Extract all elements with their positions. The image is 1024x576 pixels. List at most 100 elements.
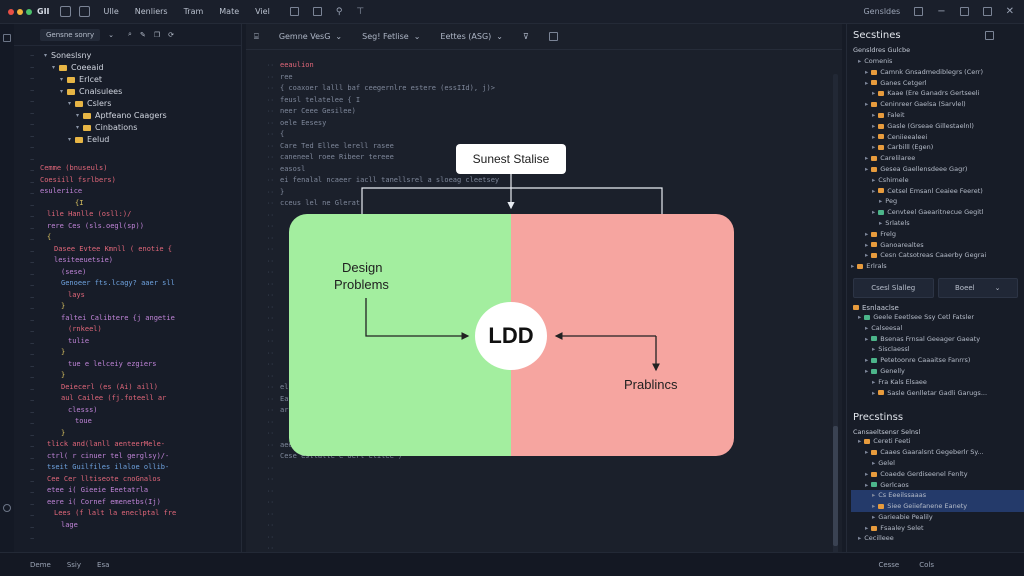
outline-item[interactable]: ▸ Kaae (Ere Ganadrs Gertseeli: [851, 88, 1024, 99]
menu-item[interactable]: Viel: [255, 7, 270, 16]
menu-item[interactable]: Nenliers: [135, 7, 168, 16]
chevron-down-icon[interactable]: ▾: [60, 74, 63, 86]
files-icon[interactable]: [3, 34, 11, 42]
chevron-right-icon[interactable]: ▸: [872, 186, 875, 197]
tab-2[interactable]: Seg! Fetlise ⌄: [362, 32, 420, 41]
outline-item[interactable]: ▸ Sasle Genlletar Gadli Garugs...: [851, 388, 1024, 399]
copy-icon[interactable]: ❐: [154, 31, 160, 39]
split-icon[interactable]: [289, 6, 299, 16]
outline-item[interactable]: ▸ Gesea Gaellensdeee Gagr): [851, 164, 1024, 175]
outline-item[interactable]: ▸ Garieabie Pealily: [851, 512, 1024, 523]
menu-item[interactable]: Tram: [184, 7, 204, 16]
chevron-down-icon[interactable]: ⌄: [496, 32, 503, 41]
outline-item[interactable]: ▸ Ganoarealtes: [851, 240, 1024, 251]
refresh-icon[interactable]: ⟳: [168, 31, 174, 39]
box-icon[interactable]: [982, 7, 992, 16]
outline-item[interactable]: ▸ Carelilaree: [851, 153, 1024, 164]
outline-item[interactable]: ▸ Comenis: [851, 56, 1024, 67]
chevron-right-icon[interactable]: ▸: [865, 323, 868, 334]
panel-icon[interactable]: [914, 7, 924, 16]
chevron-right-icon[interactable]: ▸: [858, 56, 861, 67]
chevron-right-icon[interactable]: ▸: [879, 218, 882, 229]
search-icon[interactable]: ⌕: [128, 30, 132, 39]
outline-item[interactable]: ▸ Geele Eeetlsee Ssy Cetl Fatsler: [851, 312, 1024, 323]
chevron-down-icon[interactable]: ▾: [68, 134, 71, 146]
outline-item[interactable]: ▸ Cereti Feeti: [851, 436, 1024, 447]
outline-item[interactable]: ▸ Carbilll (Egen): [851, 142, 1024, 153]
chevron-right-icon[interactable]: ▸: [872, 88, 875, 99]
chevron-right-icon[interactable]: ▸: [865, 67, 868, 78]
tab-3[interactable]: Eettes (ASG) ⌄: [440, 32, 503, 41]
outline-item[interactable]: ▸ Calseesal: [851, 323, 1024, 334]
chevron-down-icon[interactable]: ⌄: [335, 32, 342, 41]
tools-icon[interactable]: ⊤: [356, 7, 364, 17]
outline-item[interactable]: ▸ Srlatels: [851, 218, 1024, 229]
settings-icon[interactable]: [3, 504, 11, 512]
chevron-right-icon[interactable]: ▸: [872, 207, 875, 218]
tree-item[interactable]: ▾ Eelud: [44, 134, 241, 146]
tree-item[interactable]: ▾ Cslers: [44, 98, 241, 110]
menu-item[interactable]: Ulle: [104, 7, 119, 16]
chevron-down-icon[interactable]: ▾: [52, 62, 55, 74]
window-icon[interactable]: [59, 6, 71, 17]
account-label[interactable]: Gensldes: [863, 7, 900, 16]
status-item[interactable]: Esa: [97, 561, 109, 569]
outline-item[interactable]: ▸ Peg: [851, 196, 1024, 207]
chevron-right-icon[interactable]: ▸: [865, 447, 868, 458]
maximize-window-button[interactable]: [26, 8, 32, 15]
chevron-right-icon[interactable]: ▸: [851, 261, 854, 272]
outline-item[interactable]: ▸ Frelg: [851, 229, 1024, 240]
chevron-right-icon[interactable]: ▸: [865, 240, 868, 251]
chevron-down-icon[interactable]: ▾: [44, 50, 47, 62]
chevron-down-icon[interactable]: ▾: [76, 110, 79, 122]
chevron-right-icon[interactable]: ▸: [872, 490, 875, 501]
chevron-right-icon[interactable]: ▸: [872, 121, 875, 132]
filter-icon[interactable]: ⊽: [523, 32, 529, 41]
chevron-right-icon[interactable]: ▸: [858, 533, 861, 544]
outline-item[interactable]: ▸ Coaede Gerdiseenel Fenlty: [851, 469, 1024, 480]
chevron-right-icon[interactable]: ▸: [858, 312, 861, 323]
tree-item[interactable]: ▾ Coeeaid: [44, 62, 241, 74]
chevron-right-icon[interactable]: ▸: [865, 355, 868, 366]
chevron-right-icon[interactable]: ▸: [872, 142, 875, 153]
chevron-right-icon[interactable]: ▸: [865, 523, 868, 534]
tree-item[interactable]: ▾ Cinbations: [44, 122, 241, 134]
grid-icon[interactable]: [312, 6, 322, 16]
chevron-down-icon[interactable]: ⌄: [108, 31, 114, 39]
outline-item[interactable]: ▸ Cs Eeeilssaaas: [851, 490, 1024, 502]
split-icon[interactable]: [985, 31, 994, 40]
chevron-right-icon[interactable]: ▸: [865, 469, 868, 480]
chevron-right-icon[interactable]: ▸: [872, 388, 875, 399]
outline-item[interactable]: ▸ Ceniieealeei: [851, 132, 1024, 143]
chevron-down-icon[interactable]: ▾: [76, 122, 79, 134]
outline-item[interactable]: ▸ Faleit: [851, 110, 1024, 121]
chevron-down-icon[interactable]: ⌄: [995, 284, 1001, 292]
chevron-right-icon[interactable]: ▸: [872, 132, 875, 143]
edit-icon[interactable]: ✎: [140, 31, 146, 39]
status-item[interactable]: Deme: [30, 561, 51, 569]
chevron-down-icon[interactable]: ⌄: [414, 32, 421, 41]
chevron-right-icon[interactable]: ▸: [865, 78, 868, 89]
outline-item[interactable]: ▸ Cenvteel Gaearitnecue Gegitl: [851, 207, 1024, 218]
chevron-right-icon[interactable]: ▸: [865, 229, 868, 240]
pin-icon[interactable]: ⚲: [336, 7, 343, 17]
chevron-right-icon[interactable]: ▸: [865, 250, 868, 261]
outline-item[interactable]: ▸ Cecilleee: [851, 533, 1024, 544]
chevron-right-icon[interactable]: ▸: [858, 436, 861, 447]
close-window-button[interactable]: [8, 8, 14, 15]
layout-icon[interactable]: [78, 6, 90, 17]
chevron-right-icon[interactable]: ▸: [879, 196, 882, 207]
chevron-right-icon[interactable]: ▸: [872, 512, 875, 523]
tree-item[interactable]: ▾ Aptfeano Caagers: [44, 110, 241, 122]
chevron-right-icon[interactable]: ▸: [865, 366, 868, 377]
primary-panel-button[interactable]: Csesl Slalleg: [853, 277, 934, 298]
chevron-down-icon[interactable]: ▾: [60, 86, 63, 98]
pin-icon[interactable]: [548, 32, 558, 41]
chevron-right-icon[interactable]: ▸: [865, 334, 868, 345]
status-item[interactable]: Cols: [919, 561, 934, 569]
chevron-right-icon[interactable]: ▸: [865, 164, 868, 175]
outline-item[interactable]: ▸ Erlrals: [851, 261, 1024, 272]
chevron-down-icon[interactable]: ▾: [68, 98, 71, 110]
chevron-right-icon[interactable]: ▸: [865, 480, 868, 491]
chevron-right-icon[interactable]: ▸: [865, 99, 868, 110]
